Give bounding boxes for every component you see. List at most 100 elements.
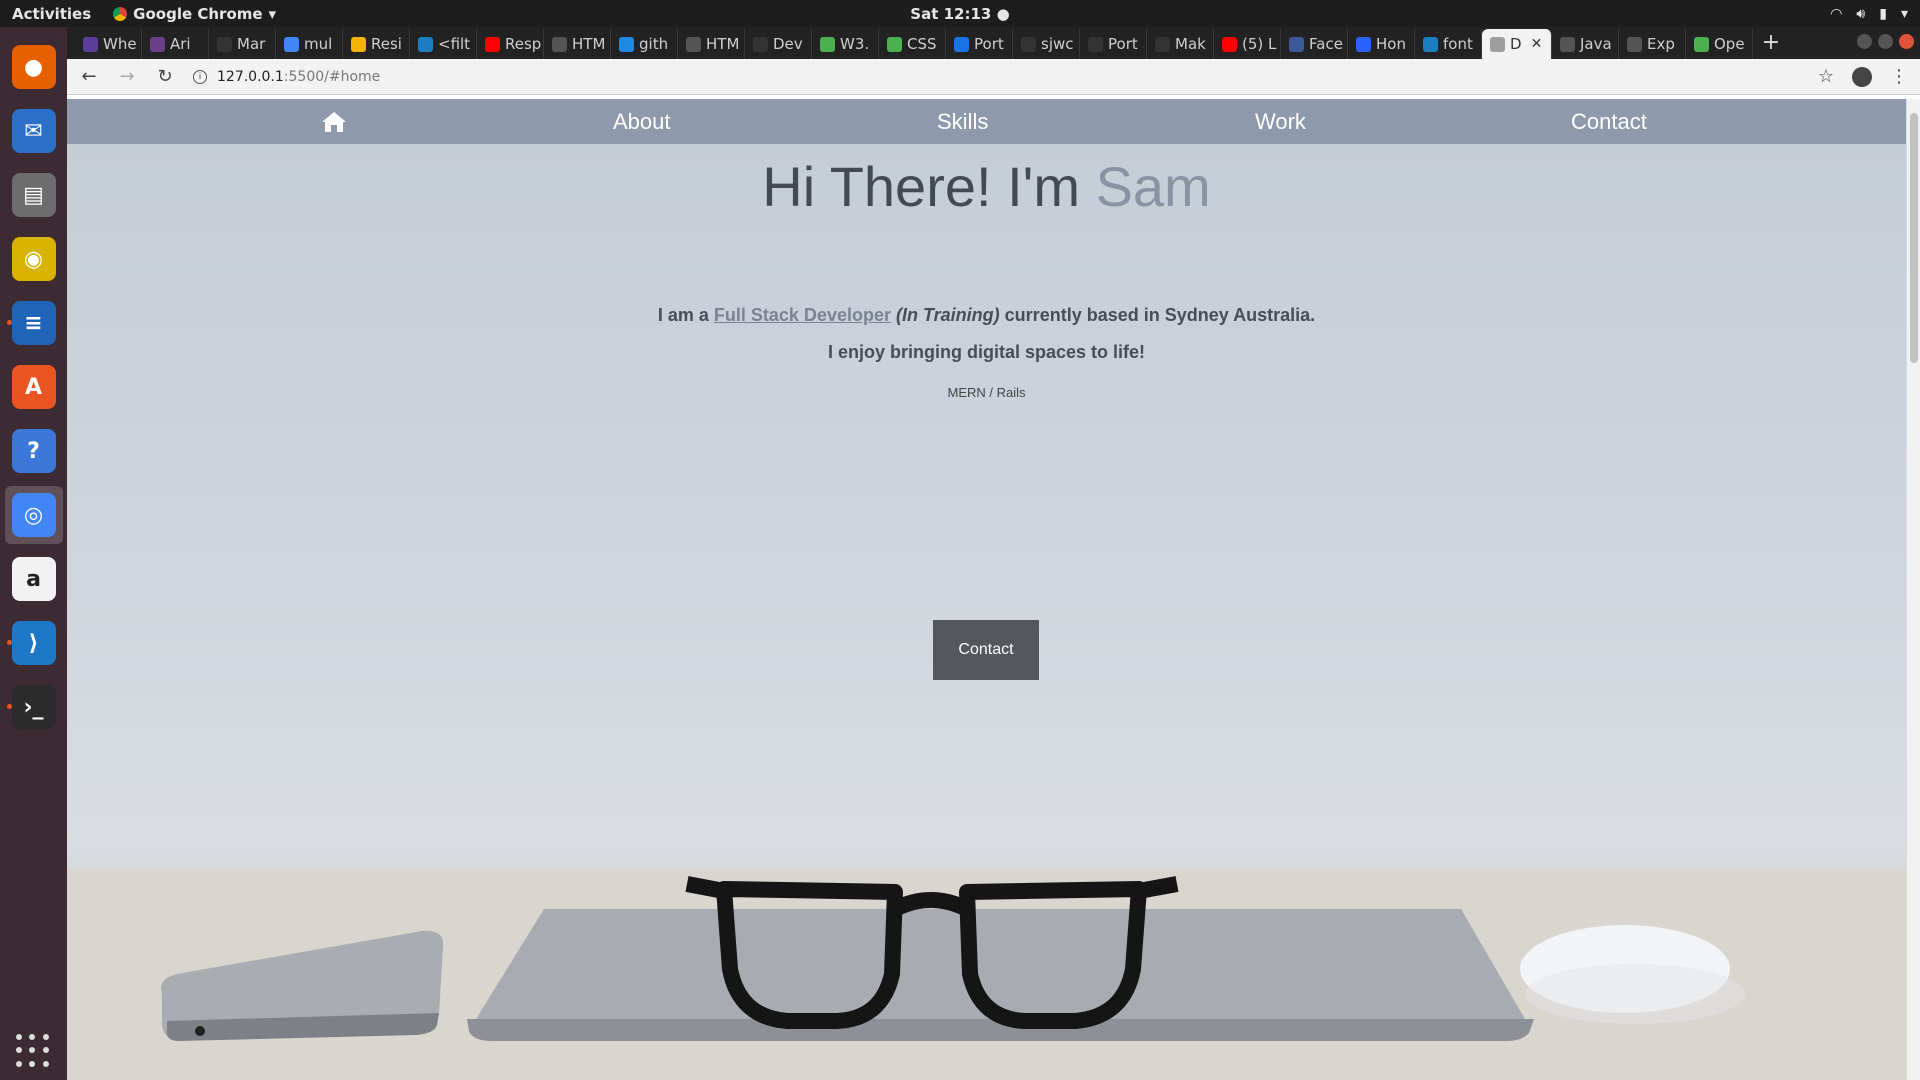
favicon-icon bbox=[1155, 36, 1170, 52]
intro-line-1: I am a Full Stack Developer (In Training… bbox=[67, 305, 1906, 326]
browser-tab[interactable]: Port bbox=[946, 29, 1013, 59]
minimize-button[interactable] bbox=[1857, 34, 1872, 49]
chrome-icon: ◎ bbox=[11, 493, 56, 537]
activities-button[interactable]: Activities bbox=[0, 5, 103, 23]
dock-item-libreoffice-writer[interactable]: ≡ bbox=[5, 294, 63, 352]
clock[interactable]: Sat 12:13 ● bbox=[0, 5, 1920, 23]
maximize-button[interactable] bbox=[1878, 34, 1893, 49]
dock-item-rhythmbox[interactable]: ◉ bbox=[5, 230, 63, 288]
back-button[interactable]: ← bbox=[79, 66, 99, 87]
terminal-icon: ›_ bbox=[11, 685, 56, 729]
dock-item-help[interactable]: ? bbox=[5, 422, 63, 480]
thunderbird-icon: ✉ bbox=[11, 109, 56, 153]
page-scrollbar[interactable] bbox=[1906, 99, 1920, 1080]
browser-tab[interactable]: HTM bbox=[678, 29, 745, 59]
tab-label: Mak bbox=[1175, 35, 1206, 53]
favicon-icon bbox=[1490, 36, 1505, 52]
nav-about[interactable]: About bbox=[613, 109, 671, 135]
dock-item-thunderbird[interactable]: ✉ bbox=[5, 102, 63, 160]
tab-label: W3. bbox=[840, 35, 870, 53]
tab-label: CSS bbox=[907, 35, 937, 53]
dock-item-firefox[interactable]: ● bbox=[5, 38, 63, 96]
new-tab-button[interactable]: + bbox=[1753, 29, 1789, 59]
browser-tab[interactable]: Dev bbox=[745, 29, 812, 59]
close-window-button[interactable] bbox=[1899, 34, 1914, 49]
browser-tab[interactable]: W3. bbox=[812, 29, 879, 59]
browser-tab[interactable]: Whe bbox=[75, 29, 142, 59]
dock-item-terminal[interactable]: ›_ bbox=[5, 678, 63, 736]
close-tab-icon[interactable]: ✕ bbox=[1531, 36, 1543, 52]
browser-tab[interactable]: sjwc bbox=[1013, 29, 1080, 59]
browser-tab[interactable]: D ✕ bbox=[1482, 29, 1552, 59]
tab-label: Resi bbox=[371, 35, 402, 53]
tab-label: Mar bbox=[237, 35, 266, 53]
scrollbar-thumb[interactable] bbox=[1910, 113, 1918, 363]
nav-work[interactable]: Work bbox=[1255, 109, 1306, 135]
contact-button[interactable]: Contact bbox=[933, 620, 1039, 680]
tech-stack: MERN / Rails bbox=[947, 385, 1026, 400]
url-host: 127.0.0.1 bbox=[217, 68, 284, 85]
browser-tab[interactable]: CSS bbox=[879, 29, 946, 59]
bookmark-star-icon[interactable]: ☆ bbox=[1818, 66, 1834, 87]
reload-button[interactable]: ↻ bbox=[155, 66, 175, 87]
tab-label: (5) L bbox=[1242, 35, 1277, 53]
dock-item-vscode[interactable]: ⟩ bbox=[5, 614, 63, 672]
tab-label: Ari bbox=[170, 35, 191, 53]
browser-tab[interactable]: Mar bbox=[209, 29, 276, 59]
profile-avatar[interactable] bbox=[1852, 66, 1872, 87]
browser-tab[interactable]: Ope bbox=[1686, 29, 1753, 59]
browser-tab[interactable]: <filt bbox=[410, 29, 477, 59]
rhythmbox-icon: ◉ bbox=[11, 237, 56, 281]
favicon-icon bbox=[1222, 36, 1237, 52]
browser-tab[interactable]: mul bbox=[276, 29, 343, 59]
hero-name: Sam bbox=[1095, 155, 1211, 218]
browser-tab[interactable]: Exp bbox=[1619, 29, 1686, 59]
browser-tab[interactable]: Port bbox=[1080, 29, 1147, 59]
hero-greeting: Hi There! I'm bbox=[762, 155, 1096, 218]
favicon-icon bbox=[686, 36, 701, 52]
forward-button[interactable]: → bbox=[117, 66, 137, 87]
browser-tab[interactable]: font bbox=[1415, 29, 1482, 59]
libreoffice-writer-icon: ≡ bbox=[11, 301, 56, 345]
nav-contact[interactable]: Contact bbox=[1571, 109, 1647, 135]
tab-label: Hon bbox=[1376, 35, 1406, 53]
role-link[interactable]: Full Stack Developer bbox=[714, 305, 891, 325]
browser-tab[interactable]: HTM bbox=[544, 29, 611, 59]
tab-label: font bbox=[1443, 35, 1473, 53]
site-navbar: About Skills Work Contact bbox=[67, 99, 1906, 144]
browser-tab[interactable]: Hon bbox=[1348, 29, 1415, 59]
browser-tab[interactable]: (5) L bbox=[1214, 29, 1281, 59]
training-text: (In Training) bbox=[896, 305, 1000, 325]
browser-tab[interactable]: Java bbox=[1552, 29, 1619, 59]
system-tray[interactable]: ◠ 🔊︎ ▮ ▾ bbox=[1830, 0, 1908, 27]
site-info-icon[interactable]: i bbox=[193, 69, 207, 84]
menu-kebab-icon[interactable]: ⋮ bbox=[1890, 66, 1908, 87]
tab-label: Dev bbox=[773, 35, 803, 53]
favicon-icon bbox=[1560, 36, 1575, 52]
address-bar[interactable]: i 127.0.0.1:5500/#home bbox=[193, 69, 1800, 85]
browser-tab[interactable]: Resp bbox=[477, 29, 544, 59]
tab-label: HTM bbox=[706, 35, 740, 53]
tab-label: Resp bbox=[505, 35, 542, 53]
favicon-icon bbox=[1423, 36, 1438, 52]
browser-tab[interactable]: Resi bbox=[343, 29, 410, 59]
files-icon: ▤ bbox=[11, 173, 56, 217]
favicon-icon bbox=[1627, 36, 1642, 52]
app-menu[interactable]: Google Chrome ▾ bbox=[103, 5, 276, 23]
dock-item-chrome[interactable]: ◎ bbox=[4, 486, 63, 544]
dock-item-files[interactable]: ▤ bbox=[5, 166, 63, 224]
tab-label: <filt bbox=[438, 35, 471, 53]
browser-tab[interactable]: Ari bbox=[142, 29, 209, 59]
browser-tab[interactable]: Face bbox=[1281, 29, 1348, 59]
dock-item-ubuntu-software[interactable]: A bbox=[5, 358, 63, 416]
ubuntu-software-icon: A bbox=[11, 365, 56, 409]
chrome-window: Whe Ari Mar mul Resi <filt Resp HTM gith HTM Dev W3… bbox=[67, 27, 1920, 1080]
browser-tab[interactable]: Mak bbox=[1147, 29, 1214, 59]
home-icon[interactable] bbox=[321, 110, 347, 134]
browser-tab[interactable]: gith bbox=[611, 29, 678, 59]
show-applications-icon[interactable] bbox=[16, 1034, 50, 1068]
favicon-icon bbox=[954, 36, 969, 52]
dock-item-amazon[interactable]: a bbox=[5, 550, 63, 608]
tab-label: gith bbox=[639, 35, 669, 53]
nav-skills[interactable]: Skills bbox=[937, 109, 988, 135]
